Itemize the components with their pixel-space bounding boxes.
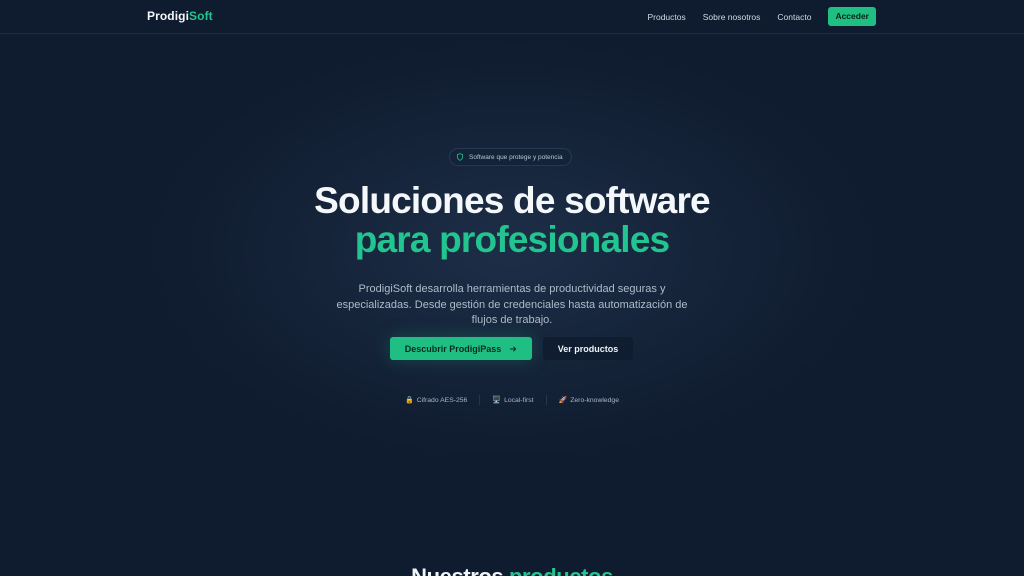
nav-links: Productos Sobre nosotros Contacto Accede…	[647, 7, 876, 26]
arrow-right-icon	[510, 346, 517, 351]
view-products-button[interactable]: Ver productos	[543, 337, 633, 360]
feature-item: 🚀 Zero-knowledge	[547, 396, 631, 405]
monitor-icon: 🖥️	[492, 397, 502, 404]
hero-title-line2: para profesionales	[354, 219, 670, 260]
logo-text-accent: Soft	[189, 9, 213, 23]
hero-badge: Software que protege y potencia	[449, 148, 572, 166]
navbar: ProdigiSoft Productos Sobre nosotros Con…	[0, 0, 1024, 34]
login-button[interactable]: Acceder	[828, 7, 876, 26]
feature-label: Cifrado AES-256	[416, 396, 468, 404]
feature-item: 🔒 Cifrado AES-256	[393, 396, 479, 405]
nav-link-sobre-nosotros[interactable]: Sobre nosotros	[703, 12, 761, 22]
logo-text-primary: Prodigi	[147, 9, 190, 23]
products-section-title-main: Nuestros	[411, 564, 504, 576]
feature-label: Local-first	[504, 396, 534, 404]
discover-prodigipass-button[interactable]: Descubrir ProdigiPass	[390, 337, 532, 360]
products-section-title-accent: productos	[509, 564, 613, 576]
products-section-title: Nuestros productos	[0, 566, 1024, 576]
hero-badge-text: Software que protege y potencia	[469, 153, 563, 161]
feature-label: Zero-knowledge	[570, 396, 619, 404]
view-products-label: Ver productos	[557, 343, 619, 354]
logo[interactable]: ProdigiSoft	[147, 9, 213, 23]
lock-icon: 🔒	[404, 397, 414, 404]
nav-link-contacto[interactable]: Contacto	[777, 12, 811, 22]
hero-title-line1: Soluciones de software	[314, 180, 710, 221]
nav-link-productos[interactable]: Productos	[647, 12, 685, 22]
shield-icon	[456, 153, 464, 161]
feature-item: 🖥️ Local-first	[480, 396, 545, 405]
hero-description: ProdigiSoft desarrolla herramientas de p…	[336, 283, 688, 326]
feature-list: 🔒 Cifrado AES-256 🖥️ Local-first 🚀 Zero-…	[0, 394, 1024, 406]
rocket-icon: 🚀	[558, 397, 568, 404]
page: ProdigiSoft Productos Sobre nosotros Con…	[0, 0, 1024, 576]
discover-prodigipass-label: Descubrir ProdigiPass	[404, 343, 502, 354]
